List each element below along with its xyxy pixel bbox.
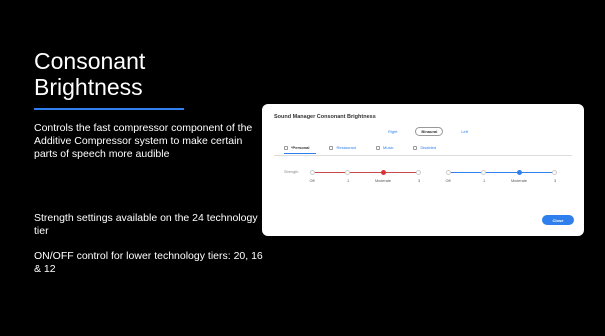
slide-title: Consonant Brightness	[34, 48, 146, 100]
tabs-divider	[274, 155, 572, 156]
tab-label: Music	[383, 145, 394, 150]
program-icon	[329, 145, 334, 150]
sound-manager-panel: Sound Manager Consonant Brightness Right…	[262, 104, 584, 236]
tab-disabled[interactable]: Disabled	[413, 145, 436, 150]
left-node-1[interactable]	[345, 170, 350, 175]
program-icon	[413, 145, 418, 150]
right-node-moderate[interactable]	[517, 170, 522, 175]
program-icon	[284, 145, 288, 150]
strength-label: Strength	[284, 170, 299, 174]
right-tick-1: 1	[482, 179, 486, 183]
tab-label: *Personal	[291, 145, 310, 150]
left-node-moderate[interactable]	[381, 170, 386, 175]
right-node-1[interactable]	[481, 170, 486, 175]
right-strength-track[interactable]	[448, 172, 556, 173]
tab-music[interactable]: Music	[376, 145, 393, 150]
left-node-off[interactable]	[310, 170, 315, 175]
slide-description: Controls the fast compressor component o…	[34, 122, 253, 160]
left-strength-track[interactable]	[312, 172, 420, 173]
tab-personal[interactable]: *Personal	[284, 145, 309, 150]
tab-label: Restaurant	[336, 145, 357, 150]
ear-option-left[interactable]: Left	[456, 128, 473, 135]
ear-option-binaural[interactable]: Binaural	[415, 126, 444, 136]
slide: Consonant Brightness Controls the fast c…	[0, 0, 605, 336]
left-tick-off: Off	[309, 179, 315, 183]
right-tick-off: Off	[445, 179, 451, 183]
ear-toggle: Right Binaural Left	[380, 126, 476, 136]
program-icon	[376, 145, 381, 150]
right-node-3[interactable]	[552, 170, 557, 175]
tier-note-lower: ON/OFF control for lower technology tier…	[34, 250, 263, 275]
left-node-3[interactable]	[416, 170, 421, 175]
left-tick-3: 3	[417, 179, 421, 183]
close-button[interactable]: Close	[542, 215, 574, 225]
left-tick-1: 1	[346, 179, 350, 183]
tier-note-24: Strength settings available on the 24 te…	[34, 212, 258, 237]
tab-label: Disabled	[420, 145, 437, 150]
program-tabs: *Personal Restaurant Music Disabled	[284, 145, 436, 150]
tab-restaurant[interactable]: Restaurant	[329, 145, 356, 150]
right-tick-moderate: Moderate	[510, 179, 528, 183]
right-tick-3: 3	[553, 179, 557, 183]
title-underline	[34, 108, 184, 110]
left-tick-moderate: Moderate	[374, 179, 392, 183]
ear-option-right[interactable]: Right	[383, 128, 402, 135]
panel-title: Sound Manager Consonant Brightness	[274, 114, 376, 120]
right-node-off[interactable]	[446, 170, 451, 175]
active-tab-indicator	[284, 153, 316, 154]
